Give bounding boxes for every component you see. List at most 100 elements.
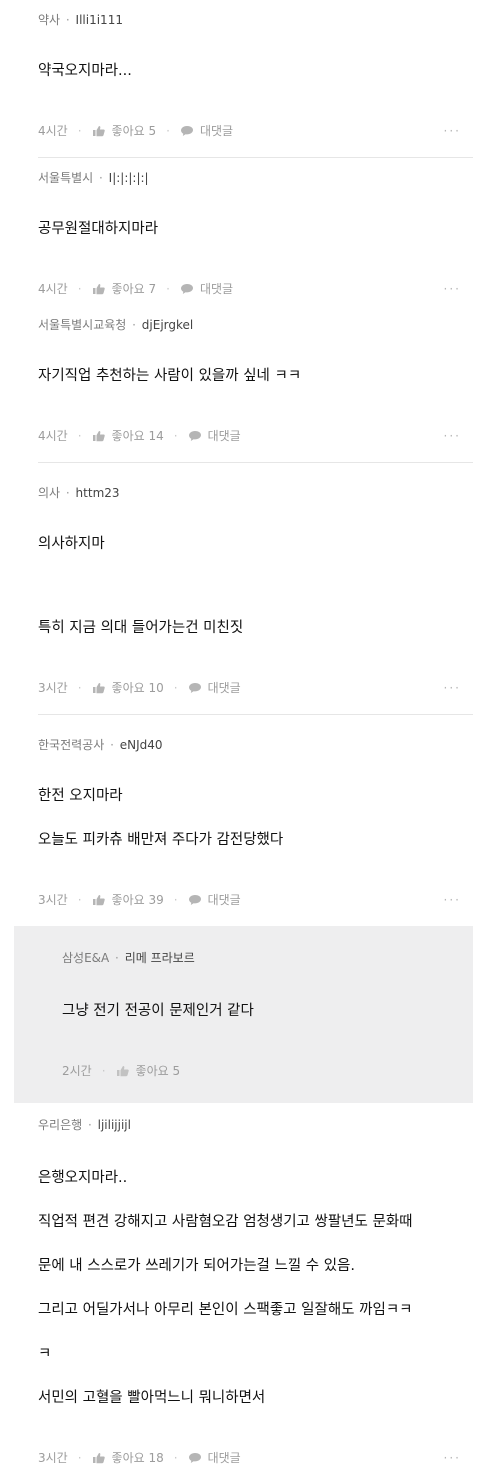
like-count: 좋아요 7	[111, 282, 157, 296]
author-company: 서울특별시	[38, 171, 94, 185]
comment-line: 오늘도 피카츄 배만져 주다가 감전당했다	[38, 832, 284, 848]
reply-label: 대댓글	[207, 893, 241, 907]
comment-actions: 3시간 · 좋아요 10 · 대댓글 ···	[38, 679, 461, 696]
reply-button[interactable]: 대댓글	[188, 679, 241, 696]
more-dots-icon[interactable]: ···	[444, 681, 461, 695]
speech-bubble-icon	[188, 682, 201, 693]
author-company: 서울특별시교육청	[38, 318, 127, 332]
comment-author: 의사 · httm23	[38, 486, 120, 500]
thumbs-up-icon	[92, 125, 105, 136]
reply-button[interactable]: 대댓글	[180, 122, 233, 139]
comment-body: 은행오지마라.. 직업적 편견 강해지고 사람혐오감 엄청생기고 쌍팔년도 문화…	[38, 1145, 461, 1431]
speech-bubble-icon	[188, 430, 201, 441]
comment-item: 의사 · httm23 의사하지마 특히 지금 의대 들어가는건 미친짓 3시간…	[0, 463, 487, 714]
reply-label: 대댓글	[199, 282, 234, 296]
comment-body: 자기직업 추천하는 사람이 있을까 싶네 ㅋㅋ	[38, 343, 461, 409]
comment-line: 은행오지마라..	[38, 1170, 128, 1186]
comment-line: 자기직업 추천하는 사람이 있을까 싶네 ㅋㅋ	[38, 368, 302, 384]
author-nickname[interactable]: eNJd40	[120, 738, 163, 752]
author-company: 약사	[38, 13, 61, 27]
like-count: 좋아요 14	[111, 429, 164, 443]
comment-author: 서울특별시교육청 · djEjrgkel	[38, 318, 194, 332]
author-nickname[interactable]: Illi1i111	[76, 13, 123, 27]
comment-actions: 2시간 · 좋아요 5	[62, 1062, 181, 1079]
reply-button[interactable]: 대댓글	[180, 280, 233, 297]
author-nickname[interactable]: ljilijjijl	[98, 1118, 131, 1132]
comment-line: 직업적 편견 강해지고 사람혐오감 엄청생기고 쌍팔년도 문화때	[38, 1214, 413, 1230]
reply-label: 대댓글	[207, 681, 241, 695]
thumbs-up-icon	[116, 1065, 129, 1076]
comment-body: 의사하지마 특히 지금 의대 들어가는건 미친짓	[38, 511, 461, 661]
speech-bubble-icon	[180, 283, 193, 294]
comment-time: 4시간	[38, 429, 68, 443]
comment-author: 서울특별시 · I|:|:|:|:|	[38, 171, 149, 185]
thumbs-up-icon	[92, 682, 105, 693]
like-button[interactable]: 좋아요 18	[92, 1449, 164, 1466]
comment-line: 한전 오지마라	[38, 788, 123, 804]
comment-author: 약사 · Illi1i111	[38, 13, 123, 27]
comment-line: 문에 내 스스로가 쓰레기가 되어가는걸 느낄 수 있음.	[38, 1258, 356, 1274]
author-nickname[interactable]: I|:|:|:|:|	[109, 171, 149, 185]
comment-time: 3시간	[38, 893, 68, 907]
like-count: 좋아요 39	[111, 893, 164, 907]
reply-button[interactable]: 대댓글	[188, 427, 241, 444]
author-nickname[interactable]: 리메 프라보르	[125, 951, 195, 965]
speech-bubble-icon	[188, 1452, 201, 1463]
comment-author: 우리은행 · ljilijjijl	[38, 1118, 131, 1132]
comment-line: ㅋ	[38, 1346, 52, 1362]
like-button[interactable]: 좋아요 5	[116, 1062, 181, 1079]
comment-time: 4시간	[38, 282, 68, 296]
comment-body: 공무원절대하지마라	[38, 196, 461, 262]
comment-feed: 약사 · Illi1i111 약국오지마라... 4시간 · 좋아요 5 · 대…	[0, 0, 487, 1484]
comment-body: 한전 오지마라 오늘도 피카츄 배만져 주다가 감전당했다	[38, 763, 461, 873]
like-button[interactable]: 좋아요 10	[92, 679, 164, 696]
comment-author: 한국전력공사 · eNJd40	[38, 738, 163, 752]
reply-label: 대댓글	[199, 124, 234, 138]
more-dots-icon[interactable]: ···	[444, 282, 461, 296]
comment-body: 약국오지마라...	[38, 38, 461, 104]
comment-time: 3시간	[38, 681, 68, 695]
comment-item: 한국전력공사 · eNJd40 한전 오지마라 오늘도 피카츄 배만져 주다가 …	[0, 715, 487, 926]
like-button[interactable]: 좋아요 14	[92, 427, 164, 444]
comment-actions: 4시간 · 좋아요 5 · 대댓글 ···	[38, 122, 461, 139]
more-dots-icon[interactable]: ···	[444, 124, 461, 138]
comment-line: 특히 지금 의대 들어가는건 미친짓	[38, 620, 244, 636]
comment-line: 의사하지마	[38, 536, 105, 552]
comment-line: 약국오지마라...	[38, 63, 132, 79]
author-company: 한국전력공사	[38, 738, 105, 752]
like-count: 좋아요 10	[111, 681, 164, 695]
thumbs-up-icon	[92, 283, 105, 294]
nested-reply: 삼성E&A · 리메 프라보르 그냥 전기 전공이 문제인거 같다 2시간 · …	[14, 926, 473, 1103]
like-button[interactable]: 좋아요 7	[92, 280, 157, 297]
thumbs-up-icon	[92, 1452, 105, 1463]
more-dots-icon[interactable]: ···	[444, 1451, 461, 1465]
reply-button[interactable]: 대댓글	[188, 891, 241, 908]
comment-item: 서울특별시교육청 · djEjrgkel 자기직업 추천하는 사람이 있을까 싶…	[0, 315, 487, 462]
like-count: 좋아요 18	[111, 1451, 164, 1465]
thumbs-up-icon	[92, 894, 105, 905]
comment-time: 2시간	[62, 1064, 92, 1078]
comment-time: 3시간	[38, 1451, 68, 1465]
like-count: 좋아요 5	[135, 1064, 181, 1078]
more-dots-icon[interactable]: ···	[444, 429, 461, 443]
author-nickname[interactable]: djEjrgkel	[142, 318, 193, 332]
more-dots-icon[interactable]: ···	[444, 893, 461, 907]
comment-line: 서민의 고혈을 빨아먹느니 뭐니하면서	[38, 1390, 266, 1406]
comment-item: 서울특별시 · I|:|:|:|:| 공무원절대하지마라 4시간 · 좋아요 7…	[0, 158, 487, 315]
like-button[interactable]: 좋아요 39	[92, 891, 164, 908]
author-company: 삼성E&A	[62, 951, 110, 965]
comment-actions: 3시간 · 좋아요 18 · 대댓글 ···	[38, 1449, 461, 1466]
comment-line: 그리고 어딜가서나 아무리 본인이 스팩좋고 일잘해도 까임ㅋㅋ	[38, 1302, 413, 1318]
comment-time: 4시간	[38, 124, 68, 138]
speech-bubble-icon	[188, 894, 201, 905]
thumbs-up-icon	[92, 430, 105, 441]
comment-line: 그냥 전기 전공이 문제인거 같다	[62, 1003, 254, 1019]
reply-button[interactable]: 대댓글	[188, 1449, 241, 1466]
like-button[interactable]: 좋아요 5	[92, 122, 157, 139]
comment-actions: 3시간 · 좋아요 39 · 대댓글 ···	[38, 891, 461, 908]
author-nickname[interactable]: httm23	[76, 486, 120, 500]
comment-body: 그냥 전기 전공이 문제인거 같다	[62, 978, 447, 1044]
like-count: 좋아요 5	[111, 124, 157, 138]
comment-item: 약사 · Illi1i111 약국오지마라... 4시간 · 좋아요 5 · 대…	[0, 0, 487, 157]
comment-author: 삼성E&A · 리메 프라보르	[62, 951, 195, 965]
